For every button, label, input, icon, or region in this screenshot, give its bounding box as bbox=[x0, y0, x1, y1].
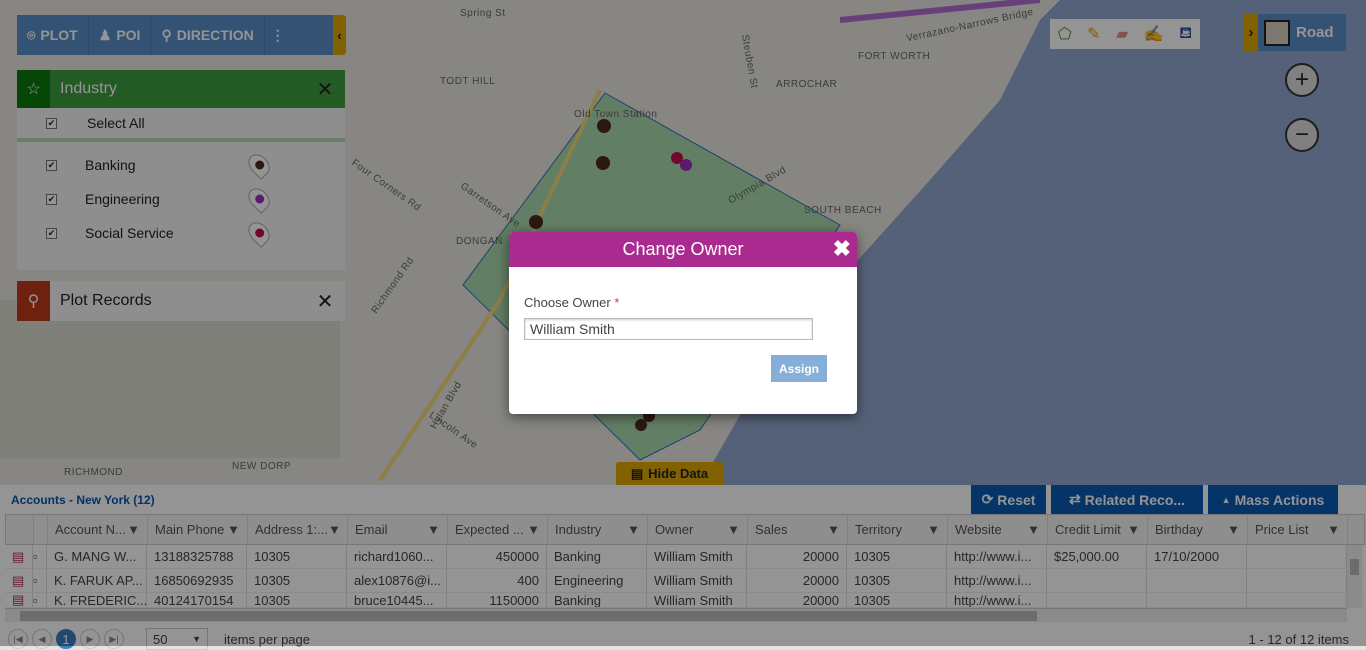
dialog-title: Change Owner bbox=[622, 239, 744, 259]
change-owner-dialog: Change Owner ✖ Choose Owner * Assign bbox=[509, 232, 857, 414]
close-dialog-button[interactable]: ✖ bbox=[833, 236, 851, 262]
required-marker: * bbox=[614, 295, 620, 310]
dialog-header: Change Owner ✖ bbox=[509, 232, 857, 267]
choose-owner-label: Choose Owner * bbox=[524, 295, 619, 310]
assign-button[interactable]: Assign bbox=[771, 355, 827, 382]
label-text: Choose Owner bbox=[524, 295, 611, 310]
owner-input[interactable] bbox=[524, 318, 813, 340]
